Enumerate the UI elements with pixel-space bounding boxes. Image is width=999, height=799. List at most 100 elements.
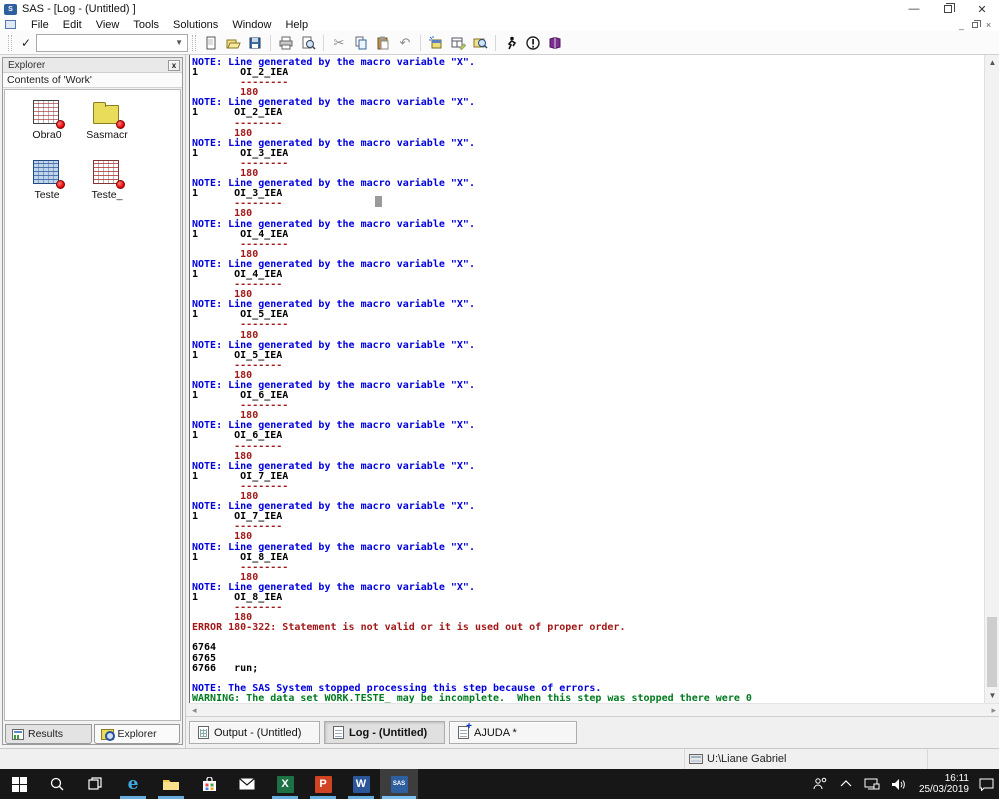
close-button[interactable]: ✕ [965,0,999,18]
log-line-note: NOTE: Line generated by the macro variab… [192,460,475,472]
log-text-area[interactable]: NOTE: Line generated by the macro variab… [189,55,999,703]
mdi-restore-button[interactable] [972,19,981,28]
mdi-close-button[interactable]: × [982,20,995,30]
tab-explorer[interactable]: Explorer [93,724,180,744]
dataset-table-icon [33,160,65,189]
log-line-mark: 180 [192,127,253,139]
print-preview-icon[interactable] [297,33,319,53]
task-view-button[interactable] [76,769,114,799]
restore-icon [944,3,955,13]
undo-icon[interactable]: ↶ [394,33,416,53]
save-icon[interactable] [244,33,266,53]
work-item-teste[interactable]: Teste [19,160,75,220]
scroll-left-icon[interactable]: ◂ [192,705,197,716]
work-item-label: Sasmacr [86,129,128,141]
scroll-right-icon[interactable]: ▸ [991,705,996,716]
taskbar-powerpoint-icon[interactable]: P [304,769,342,799]
status-message-area [0,749,684,769]
start-button[interactable] [0,769,38,799]
network-icon[interactable] [859,769,885,799]
menu-tools[interactable]: Tools [126,19,166,31]
horizontal-scrollbar[interactable]: ◂ ▸ [189,703,999,716]
window-bar-tab-label: Output - (Untitled) [214,726,302,739]
window-bar-tab-ajuda[interactable]: AJUDA * [449,721,577,744]
menu-help[interactable]: Help [278,19,315,31]
tab-results[interactable]: Results [5,724,92,744]
mdi-minimize-button[interactable]: _ [955,20,968,30]
log-line-blank [192,673,999,683]
work-item-teste_[interactable]: Teste_ [79,160,135,220]
work-item-label: Teste [34,189,60,201]
copy-icon[interactable] [350,33,372,53]
tab-label: Explorer [117,728,157,740]
action-center-icon[interactable] [973,769,999,799]
scroll-down-icon[interactable]: ▼ [985,688,999,703]
break-icon[interactable] [522,33,544,53]
scroll-up-icon[interactable]: ▲ [985,55,999,70]
window-bar-tab-label: Log - (Untitled) [349,726,428,739]
new-icon[interactable] [200,33,222,53]
work-item-sasmacr[interactable]: Sasmacr [79,100,135,160]
dataset-table-icon [93,160,125,189]
programs-icon[interactable] [447,33,469,53]
help-page-icon [458,721,472,739]
contents-of-work-header: Contents of 'Work' [3,73,182,88]
log-line-code: 1 OI_5_IEA [192,309,289,321]
taskbar-clock[interactable]: 16:11 25/03/2019 [911,773,973,795]
restore-button[interactable] [931,0,965,18]
menu-view[interactable]: View [89,19,127,31]
cut-icon[interactable]: ✂ [328,33,350,53]
print-icon[interactable] [275,33,297,53]
taskbar-edge-icon[interactable]: e [114,769,152,799]
log-line-note: NOTE: Line generated by the macro variab… [192,97,475,109]
text-caret [375,196,382,207]
menu-solutions[interactable]: Solutions [166,19,225,31]
log-line-code: 6765 [192,652,217,664]
taskbar-store-icon[interactable] [190,769,228,799]
vertical-scrollbar[interactable]: ▲ ▼ [984,55,999,703]
log-line-note: NOTE: Line generated by the macro variab… [192,541,475,553]
volume-icon[interactable] [885,769,911,799]
log-line-note: NOTE: Line generated by the macro variab… [192,137,475,149]
log-line-note: NOTE: The SAS System stopped processing … [192,682,602,694]
taskbar-word-icon[interactable]: W [342,769,380,799]
command-combobox[interactable]: ▼ [36,33,188,52]
window-bar-tab-log[interactable]: Log - (Untitled) [324,721,445,744]
log-window-system-icon[interactable] [5,20,16,29]
taskbar-file-explorer-icon[interactable] [152,769,190,799]
taskbar-excel-icon[interactable]: X [266,769,304,799]
output-page-icon [198,726,209,739]
menu-window[interactable]: Window [225,19,278,31]
log-line-mark: -------- [192,602,283,614]
log-line-code: 1 OI_3_IEA [192,147,289,159]
log-line-code: 1 OI_2_IEA [192,67,289,79]
paste-icon[interactable] [372,33,394,53]
toolbar-grip[interactable] [8,34,12,51]
search-icon[interactable] [38,769,76,799]
vertical-scroll-thumb[interactable] [987,617,997,687]
log-line-mark: -------- [192,117,283,129]
menu-edit[interactable]: Edit [56,19,89,31]
taskbar-sas-icon[interactable]: SAS [380,769,418,799]
log-line-mark: 180 [192,168,259,180]
minimize-button[interactable]: — [897,0,931,18]
find-icon[interactable] [469,33,491,53]
window-bar-tab-output[interactable]: Output - (Untitled) [189,721,320,744]
work-item-obra0[interactable]: Obra0 [19,100,75,160]
new-library-icon[interactable] [425,33,447,53]
toolbar-grip-2[interactable] [192,34,196,51]
log-line-note: NOTE: Line generated by the macro variab… [192,258,475,270]
explorer-close-button[interactable]: x [168,59,180,71]
people-icon[interactable] [807,769,833,799]
menu-file[interactable]: File [24,19,56,31]
dataset-table-icon [33,100,65,129]
log-line-mark: 180 [192,248,259,260]
log-line-mark: -------- [192,480,289,492]
open-icon[interactable] [222,33,244,53]
tray-chevron-up-icon[interactable] [833,769,859,799]
log-line-mark: -------- [192,561,289,573]
help-icon[interactable] [544,33,566,53]
submit-icon[interactable] [500,33,522,53]
taskbar-mail-icon[interactable] [228,769,266,799]
command-check-button[interactable]: ✓ [16,34,36,52]
